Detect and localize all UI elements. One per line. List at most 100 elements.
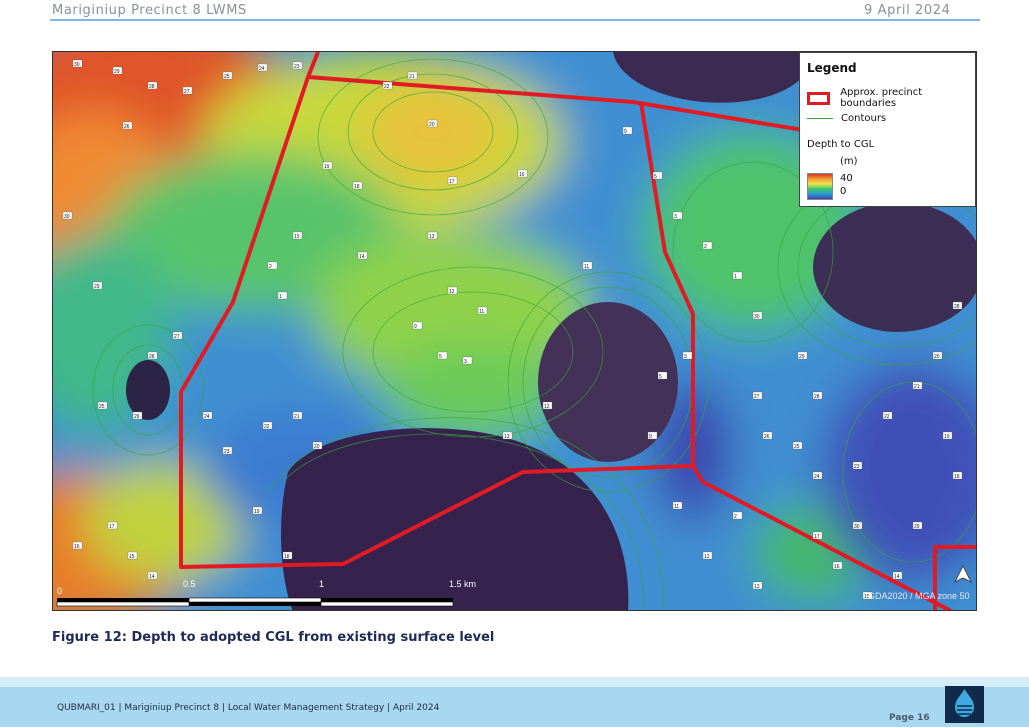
depth-label: 21	[294, 414, 300, 420]
depth-label: 27	[174, 334, 180, 340]
depth-label: 5	[654, 174, 657, 180]
depth-label: 15	[294, 234, 300, 240]
depth-label: 26	[764, 434, 770, 440]
depth-label: 25	[794, 444, 800, 450]
depth-label: 16	[519, 172, 525, 178]
depth-label: 11	[674, 504, 679, 510]
depth-label: 24	[204, 414, 210, 420]
header-divider	[50, 19, 980, 21]
footer-band-light	[0, 677, 1029, 687]
depth-label: 13	[754, 584, 760, 590]
depth-label: 25	[99, 404, 105, 410]
depth-label: 15	[129, 554, 135, 560]
depth-label: 19	[324, 164, 330, 170]
depth-label: 9	[624, 129, 627, 135]
depth-label: 28	[149, 354, 155, 360]
depth-label: 29	[94, 284, 100, 290]
depth-label: 14	[894, 574, 900, 580]
map-legend: Legend Approx. precinct boundaries Conto…	[799, 52, 976, 207]
depth-label: 23	[854, 464, 860, 470]
depth-color-ramp	[807, 173, 833, 200]
depth-label: 30	[64, 214, 70, 220]
legend-contours-label: Contours	[841, 113, 887, 124]
contour-swatch-icon	[807, 118, 833, 119]
depth-label: 22	[264, 424, 270, 430]
scale-tick-0: 0	[57, 586, 62, 596]
depth-label: 27	[754, 394, 760, 400]
legend-depth-title: Depth to CGL	[807, 139, 875, 150]
depth-label: 1	[734, 274, 737, 280]
depth-label: 28	[149, 84, 155, 90]
depth-label: 2	[269, 264, 272, 270]
depth-label: 29	[114, 69, 120, 75]
legend-title: Legend	[807, 61, 857, 75]
depth-label: 24	[814, 474, 820, 480]
depth-label: 30	[854, 524, 860, 530]
ramp-max-label: 40	[840, 173, 853, 184]
depth-label: 18	[284, 554, 290, 560]
legend-unit: (m)	[840, 156, 858, 167]
depth-label: 3	[684, 354, 687, 360]
depth-label: 19	[944, 434, 950, 440]
depth-label: 16	[834, 564, 840, 570]
depth-label: 29	[799, 354, 805, 360]
legend-boundary-label: Approx. precinct boundaries	[840, 87, 923, 109]
page-number: Page 16	[889, 713, 930, 723]
depth-label: 23	[294, 64, 300, 70]
scale-tick-1-5: 1.5 km	[449, 579, 476, 589]
depth-label: 12	[704, 554, 710, 560]
depth-label: 13	[429, 234, 435, 240]
depth-label: 29	[914, 524, 920, 530]
depth-label: 18	[354, 184, 360, 190]
depth-label: 22	[384, 84, 390, 90]
depth-label: 2	[734, 514, 737, 520]
depth-label: 22	[884, 414, 890, 420]
depth-label: 9	[649, 434, 652, 440]
depth-label: 3	[674, 214, 677, 220]
depth-label: 18	[954, 474, 960, 480]
depth-label: 13	[504, 434, 510, 440]
ramp-min-label: 0	[840, 186, 847, 197]
depth-label: 19	[254, 509, 260, 515]
depth-label: 12	[449, 289, 455, 295]
depth-label: 2	[704, 244, 707, 250]
scale-tick-0-5: 0.5	[183, 579, 196, 589]
depth-label: 5	[439, 354, 442, 360]
depth-label: 26	[134, 414, 140, 420]
depth-label: 11	[479, 309, 484, 315]
depth-label: 17	[109, 524, 115, 530]
depth-label: 17	[449, 179, 455, 185]
depth-label: 16	[74, 544, 80, 550]
legend-row-contours: Contours	[807, 113, 886, 124]
depth-label: 30	[74, 62, 80, 68]
depth-label: 28	[814, 394, 820, 400]
depth-label: 17	[814, 534, 820, 540]
header-date: 9 April 2024	[864, 3, 951, 18]
depth-label: 25	[224, 74, 230, 80]
depth-label: 20	[429, 122, 435, 128]
depth-label: 26	[124, 124, 130, 130]
depth-label: 5	[659, 374, 662, 380]
depth-label: 14	[359, 254, 365, 260]
depth-label: 30	[754, 314, 760, 320]
depth-label: 20	[314, 444, 320, 450]
depth-label: 14	[149, 574, 155, 580]
boundary-swatch-icon	[807, 91, 831, 105]
header-document-title: Mariginiup Precinct 8 LWMS	[52, 3, 247, 18]
legend-row-boundary: Approx. precinct boundaries	[807, 87, 975, 109]
crs-label: GDA2020 / MGA zone 50	[868, 591, 970, 601]
depth-label: 1	[279, 294, 282, 300]
water-drop-logo-icon	[945, 686, 984, 723]
figure-caption: Figure 12: Depth to adopted CGL from exi…	[52, 630, 495, 645]
depth-label: 3	[464, 359, 467, 365]
depth-label: 28	[954, 304, 960, 310]
scale-tick-1: 1	[319, 579, 324, 589]
depth-label: 21	[914, 384, 920, 390]
depth-label: 12	[544, 404, 550, 410]
footer-text: QUBMARI_01 | Mariginiup Precinct 8 | Loc…	[57, 703, 440, 713]
depth-label: 23	[224, 449, 230, 455]
depth-label: 11	[584, 264, 589, 270]
depth-label: 20	[934, 354, 940, 360]
depth-label: 21	[409, 74, 415, 80]
depth-label: 24	[259, 66, 265, 72]
